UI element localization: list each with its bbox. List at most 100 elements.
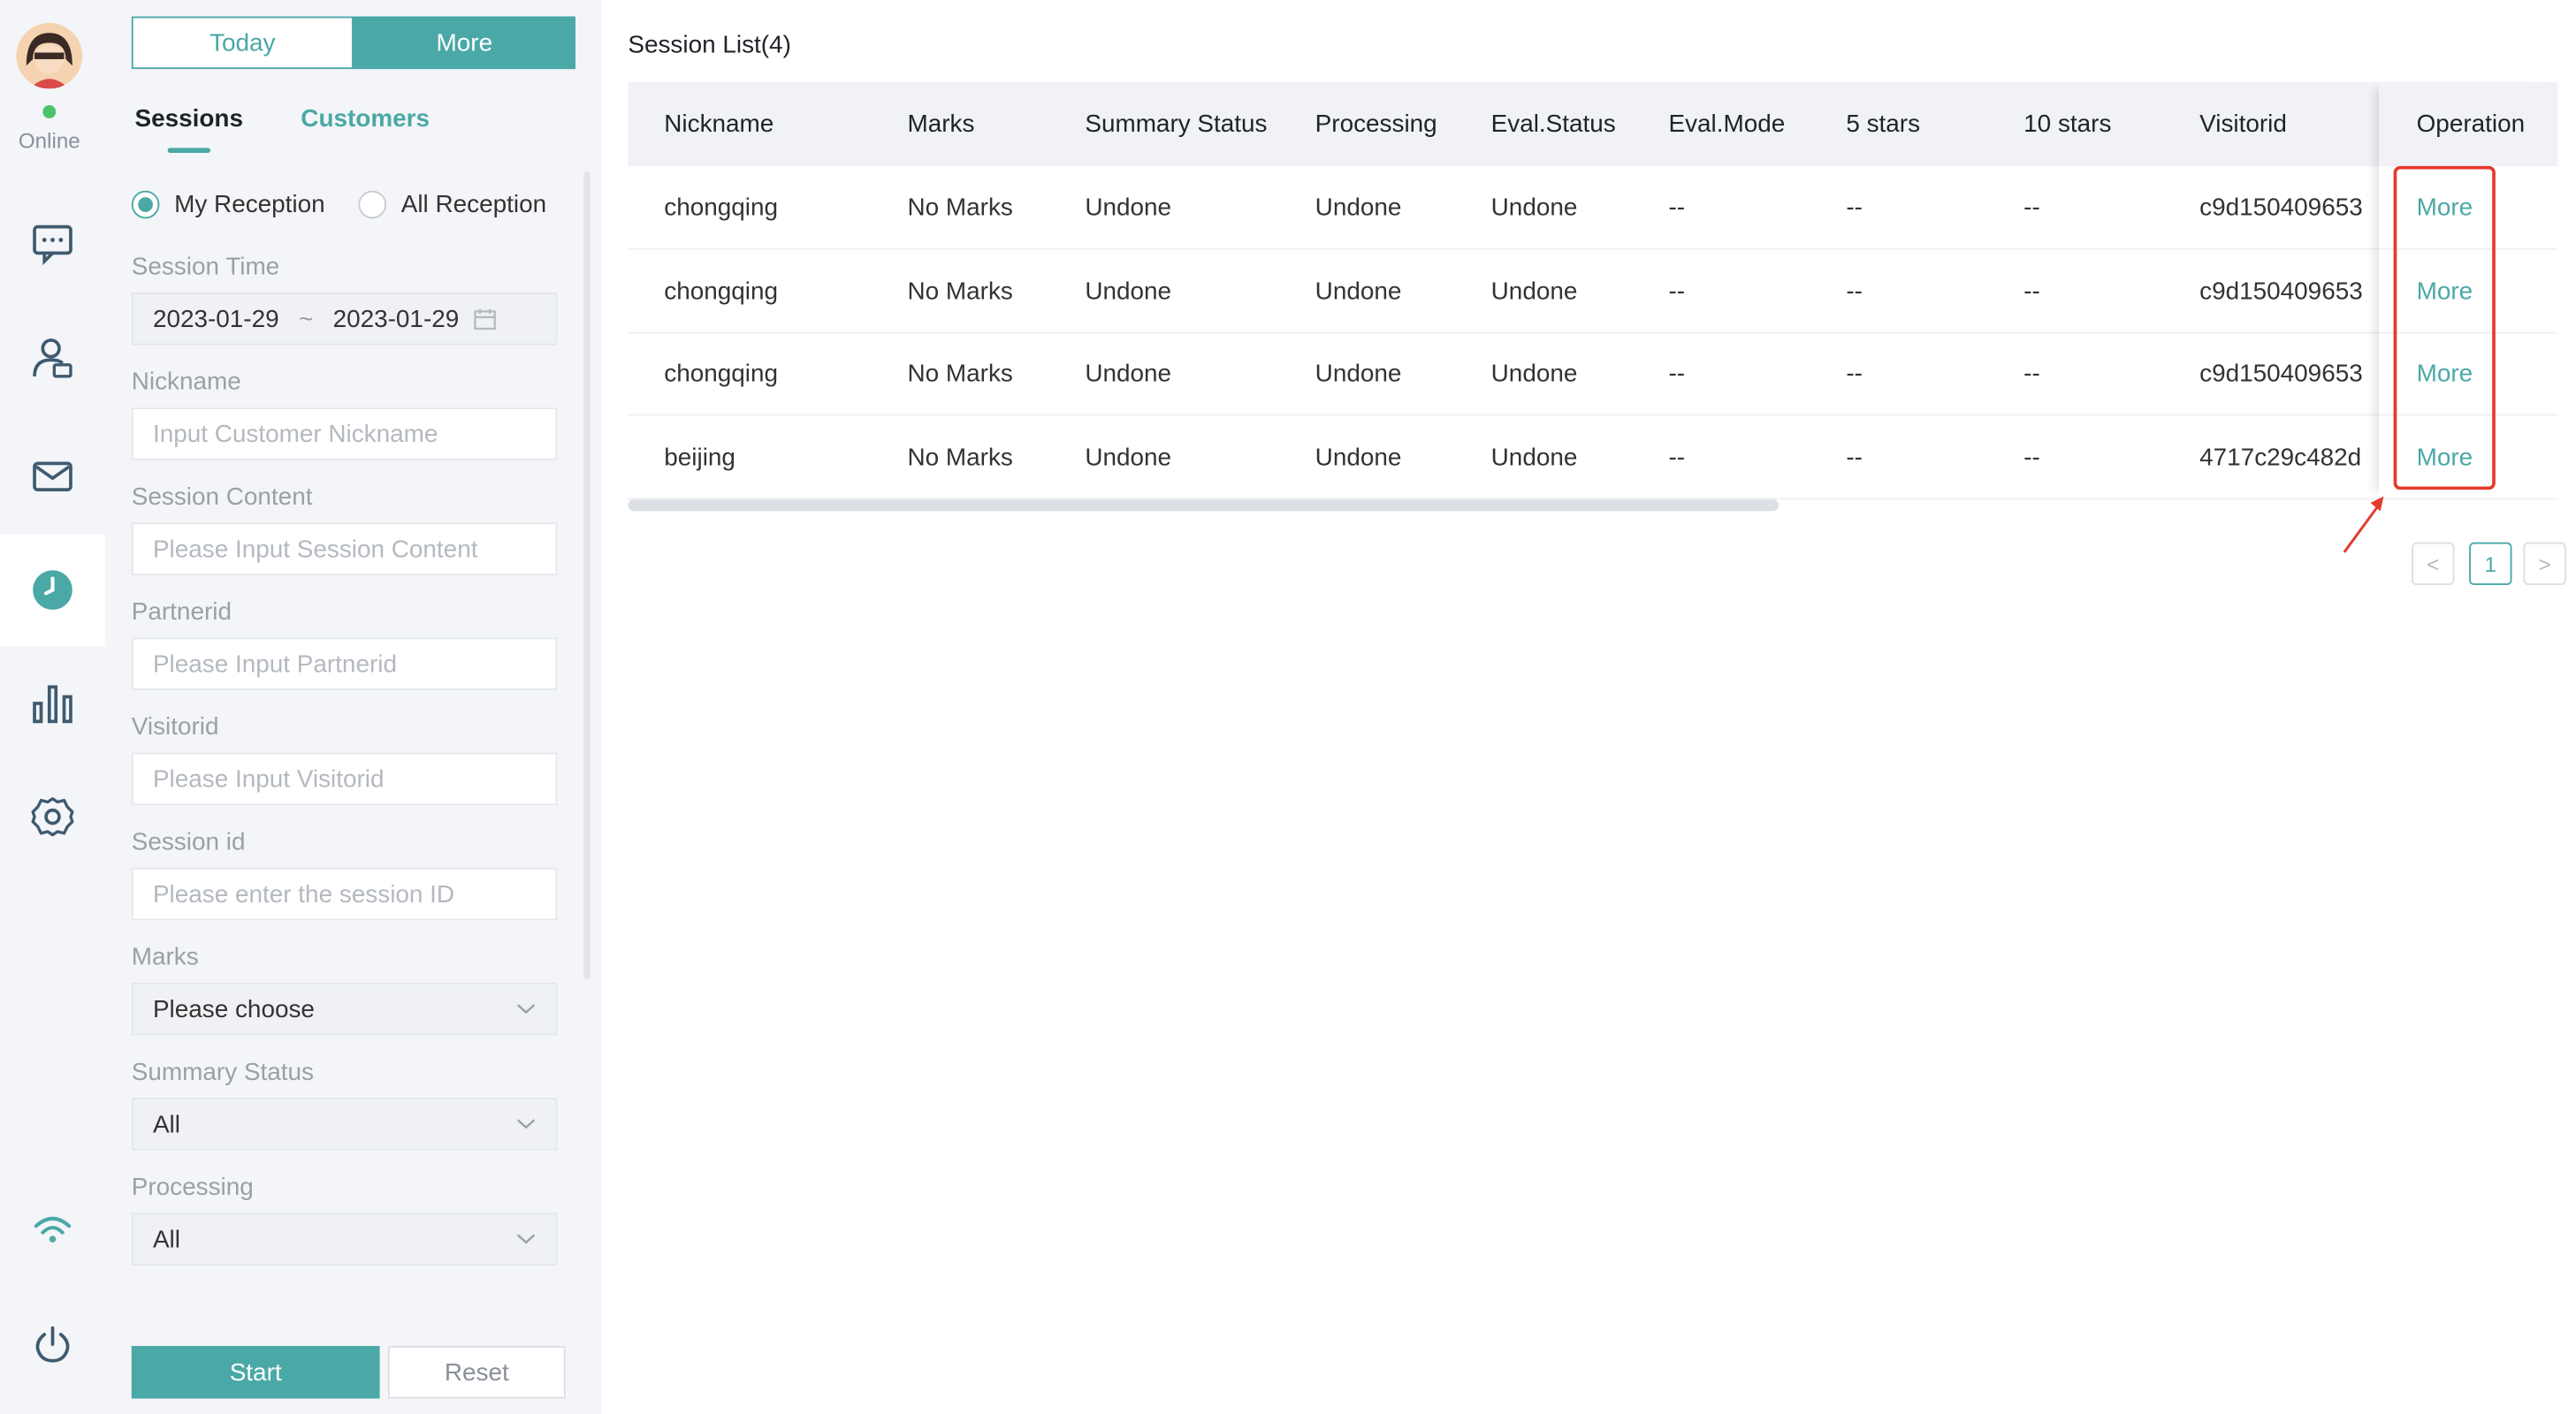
partnerid-label: Partnerid bbox=[131, 597, 232, 627]
processing-select[interactable]: All bbox=[131, 1213, 558, 1266]
chevron-down-icon bbox=[516, 1004, 536, 1015]
cell-nickname: chongqing bbox=[664, 194, 779, 223]
column-header-operation: Operation bbox=[2416, 110, 2526, 139]
cell-5-stars: -- bbox=[1846, 277, 1863, 306]
power-icon bbox=[35, 1326, 70, 1363]
logout-button[interactable] bbox=[0, 1289, 105, 1400]
cell-10-stars: -- bbox=[2023, 277, 2040, 306]
gear-icon bbox=[31, 797, 74, 837]
user-chat-icon bbox=[33, 338, 72, 378]
avatar[interactable] bbox=[16, 23, 82, 89]
wifi-icon bbox=[34, 1216, 72, 1243]
visitorid-input[interactable] bbox=[131, 752, 558, 806]
tab-customers[interactable]: Customers bbox=[301, 105, 430, 133]
column-header-10-stars[interactable]: 10 stars bbox=[2023, 110, 2111, 139]
cell-eval-mode: -- bbox=[1668, 277, 1686, 306]
start-button[interactable]: Start bbox=[131, 1346, 380, 1399]
my-reception-label: My Reception bbox=[174, 190, 325, 219]
cell-10-stars: -- bbox=[2023, 444, 2040, 472]
start-date-value: 2023-01-29 bbox=[152, 304, 279, 333]
network-status-button[interactable] bbox=[0, 1174, 105, 1285]
date-separator: ~ bbox=[298, 304, 314, 333]
cell-processing: Undone bbox=[1315, 360, 1402, 388]
calendar-icon bbox=[474, 308, 497, 331]
table-header: Nickname Marks Summary Status Processing… bbox=[628, 81, 2558, 166]
table-row: chongqing No Marks Undone Undone Undone … bbox=[628, 166, 2558, 250]
cell-visitorid: c9d150409653 bbox=[2199, 194, 2363, 223]
cell-5-stars: -- bbox=[1846, 360, 1863, 388]
online-status-dot bbox=[42, 105, 57, 118]
customer-nav-button[interactable] bbox=[0, 302, 105, 414]
statistics-nav-button[interactable] bbox=[0, 648, 105, 759]
session-id-input[interactable] bbox=[131, 867, 558, 921]
history-nav-button[interactable] bbox=[0, 534, 106, 646]
cell-nickname: chongqing bbox=[664, 360, 779, 388]
cell-summary-status: Undone bbox=[1085, 360, 1172, 388]
nickname-input[interactable] bbox=[131, 407, 558, 460]
summary-status-label: Summary Status bbox=[131, 1058, 314, 1087]
table-horizontal-scrollbar[interactable] bbox=[628, 499, 1780, 512]
radio-checked-icon bbox=[131, 190, 160, 219]
panel-scrollbar[interactable] bbox=[583, 171, 591, 980]
cell-marks: No Marks bbox=[907, 277, 1013, 306]
all-reception-radio[interactable]: All Reception bbox=[358, 190, 546, 219]
chevron-down-icon bbox=[516, 1234, 536, 1244]
column-header-visitorid[interactable]: Visitorid bbox=[2199, 110, 2287, 139]
time-range-toggle: Today More bbox=[131, 16, 575, 70]
pagination-prev-button[interactable]: < bbox=[2412, 542, 2455, 586]
marks-label: Marks bbox=[131, 943, 199, 972]
cell-eval-status: Undone bbox=[1490, 194, 1578, 223]
tab-sessions[interactable]: Sessions bbox=[134, 105, 243, 133]
marks-select[interactable]: Please choose bbox=[131, 983, 558, 1036]
visitorid-label: Visitorid bbox=[131, 713, 219, 741]
marks-select-value: Please choose bbox=[152, 994, 315, 1023]
chat-nav-button[interactable] bbox=[0, 187, 105, 299]
session-id-label: Session id bbox=[131, 828, 246, 856]
nickname-label: Nickname bbox=[131, 368, 241, 397]
online-status-label: Online bbox=[18, 128, 80, 153]
column-header-nickname[interactable]: Nickname bbox=[664, 110, 774, 139]
mail-icon bbox=[33, 461, 72, 492]
cell-summary-status: Undone bbox=[1085, 194, 1172, 223]
table-row: beijing No Marks Undone Undone Undone --… bbox=[628, 415, 2558, 500]
radio-unchecked-icon bbox=[358, 190, 387, 219]
reset-button[interactable]: Reset bbox=[387, 1346, 566, 1399]
tab-more[interactable]: More bbox=[353, 16, 575, 70]
cell-eval-mode: -- bbox=[1668, 194, 1686, 223]
pagination-next-button[interactable]: > bbox=[2523, 542, 2566, 586]
column-header-eval-mode[interactable]: Eval.Mode bbox=[1668, 110, 1785, 139]
column-header-5-stars[interactable]: 5 stars bbox=[1846, 110, 1920, 139]
my-reception-radio[interactable]: My Reception bbox=[131, 190, 325, 219]
cell-marks: No Marks bbox=[907, 194, 1013, 223]
summary-status-value: All bbox=[152, 1110, 180, 1138]
tab-today[interactable]: Today bbox=[131, 16, 354, 70]
cell-eval-status: Undone bbox=[1490, 360, 1578, 388]
chat-icon bbox=[33, 224, 72, 266]
cell-5-stars: -- bbox=[1846, 444, 1863, 472]
column-header-marks[interactable]: Marks bbox=[907, 110, 974, 139]
message-nav-button[interactable] bbox=[0, 421, 105, 532]
column-header-eval-status[interactable]: Eval.Status bbox=[1491, 110, 1616, 139]
column-header-summary-status[interactable]: Summary Status bbox=[1085, 110, 1267, 139]
cell-visitorid: c9d150409653 bbox=[2199, 277, 2363, 306]
settings-nav-button[interactable] bbox=[0, 761, 105, 872]
cell-nickname: beijing bbox=[664, 444, 735, 472]
icon-rail: Online bbox=[0, 0, 106, 1414]
filter-panel: Today More Sessions Customers My Recepti… bbox=[105, 0, 602, 1414]
cell-eval-status: Undone bbox=[1490, 444, 1578, 472]
pagination-page-1[interactable]: 1 bbox=[2469, 542, 2512, 586]
cell-eval-mode: -- bbox=[1668, 444, 1686, 472]
summary-status-select[interactable]: All bbox=[131, 1098, 558, 1151]
chevron-down-icon bbox=[516, 1119, 536, 1129]
column-header-processing[interactable]: Processing bbox=[1315, 110, 1437, 139]
cell-processing: Undone bbox=[1315, 194, 1402, 223]
cell-summary-status: Undone bbox=[1085, 444, 1172, 472]
end-date-value: 2023-01-29 bbox=[332, 304, 460, 333]
partnerid-input[interactable] bbox=[131, 637, 558, 691]
session-content-input[interactable] bbox=[131, 522, 558, 575]
session-content-label: Session Content bbox=[131, 483, 313, 512]
page-title: Session List(4) bbox=[628, 31, 791, 59]
cell-eval-mode: -- bbox=[1668, 360, 1686, 388]
session-time-range-picker[interactable]: 2023-01-29 ~ 2023-01-29 bbox=[131, 293, 558, 346]
cell-5-stars: -- bbox=[1846, 194, 1863, 223]
